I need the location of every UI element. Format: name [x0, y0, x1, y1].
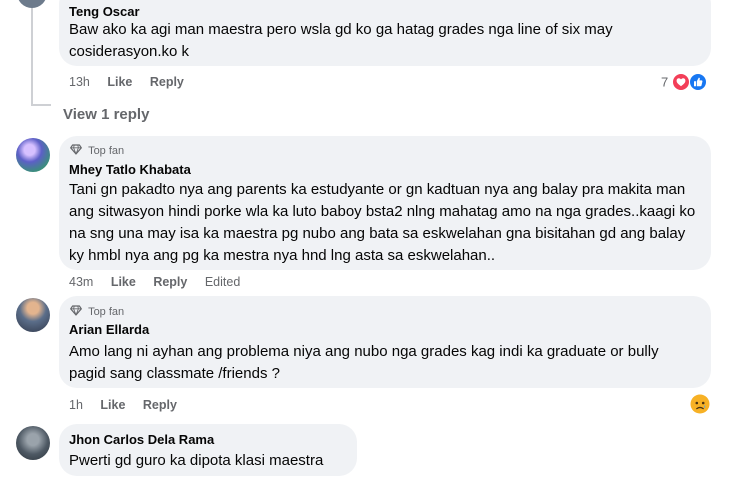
- badge-label: Top fan: [88, 306, 125, 318]
- view-replies-link[interactable]: View 1 reply: [63, 106, 149, 123]
- edited-label: Edited: [204, 275, 241, 289]
- avatar[interactable]: [17, 0, 47, 8]
- like-reaction-icon: [689, 73, 708, 91]
- comment-actions: 43m Like Reply Edited: [69, 275, 240, 289]
- comment-text: Tani gn pakadto nya ang parents ka estud…: [69, 181, 696, 264]
- avatar[interactable]: [16, 298, 50, 332]
- comment-actions: 1h Like Reply: [69, 398, 177, 412]
- diamond-icon: [70, 305, 82, 316]
- thread-line: [31, 0, 33, 104]
- diamond-icon: [70, 144, 82, 155]
- love-reaction-icon: [671, 73, 690, 91]
- reactions-summary[interactable]: 7: [661, 73, 708, 93]
- comment-time[interactable]: 13h: [69, 75, 90, 89]
- sad-reaction-icon[interactable]: [690, 394, 710, 414]
- reply-button[interactable]: Reply: [153, 275, 187, 289]
- like-button[interactable]: Like: [111, 275, 136, 289]
- top-fan-badge: Top fan: [70, 305, 124, 318]
- comment-text: Baw ako ka agi man maestra pero wsla gd …: [69, 21, 613, 60]
- comment-text: Amo lang ni ayhan ang problema niya ang …: [69, 343, 659, 382]
- comment-author[interactable]: Arian Ellarda: [69, 322, 149, 337]
- comment-time[interactable]: 1h: [69, 398, 83, 412]
- comment-actions: 13h Like Reply: [69, 75, 184, 89]
- comment-author[interactable]: Jhon Carlos Dela Rama: [69, 432, 214, 447]
- thread-line-curve: [31, 104, 51, 106]
- avatar[interactable]: [16, 426, 50, 460]
- top-fan-badge: Top fan: [70, 144, 124, 157]
- comment-author[interactable]: Mhey Tatlo Khabata: [69, 162, 191, 177]
- badge-label: Top fan: [88, 145, 125, 157]
- like-button[interactable]: Like: [100, 398, 125, 412]
- avatar[interactable]: [16, 138, 50, 172]
- reaction-count: 7: [661, 74, 669, 90]
- reply-button[interactable]: Reply: [150, 75, 184, 89]
- like-button[interactable]: Like: [107, 75, 132, 89]
- comment-text: Pwerti gd guro ka dipota klasi maestra: [69, 452, 324, 469]
- comment-author[interactable]: Teng Oscar: [69, 4, 140, 19]
- comment-time[interactable]: 43m: [69, 275, 93, 289]
- reply-button[interactable]: Reply: [143, 398, 177, 412]
